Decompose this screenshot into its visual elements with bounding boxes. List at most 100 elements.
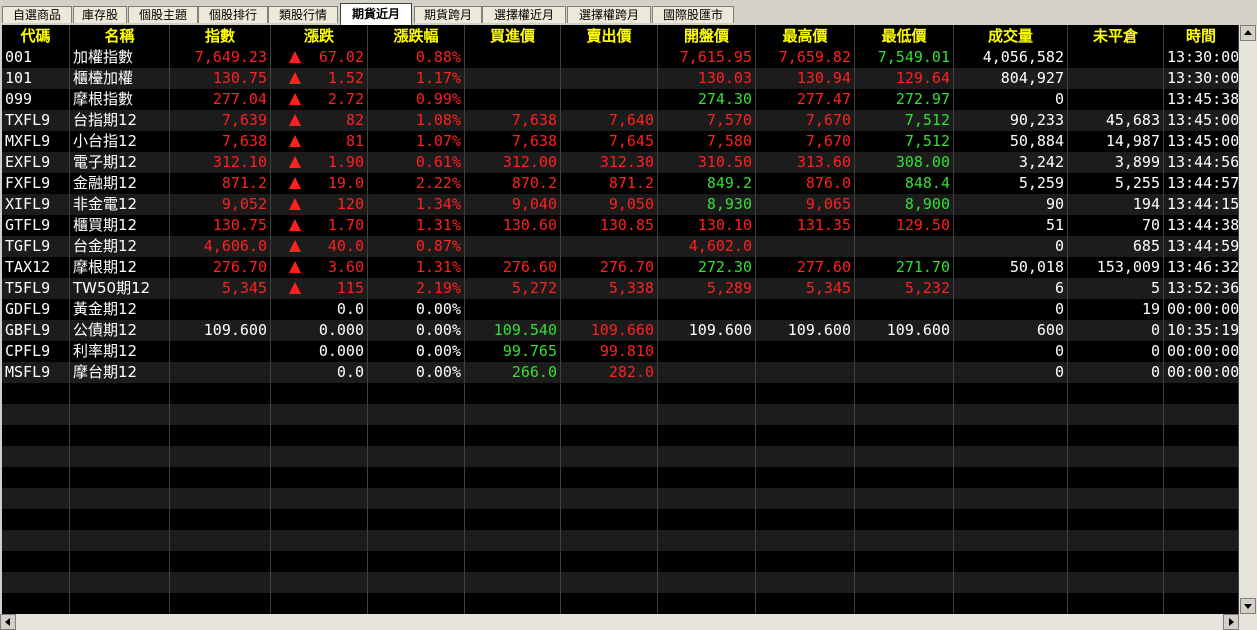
tab-custom[interactable]: 自選商品 [2, 6, 72, 23]
table-row[interactable]: 101 櫃檯加權 130.75 1.52 1.17% 130.03 130.94 129.64… [2, 68, 1239, 89]
cell-value: 2.19% [415, 279, 461, 297]
tab-options-near[interactable]: 選擇權近月 [482, 6, 566, 23]
table-row[interactable]: EXFL9 電子期12 312.10 1.90 0.61% 312.00 312.30 310… [2, 152, 1239, 173]
column-header-pct[interactable]: 漲跌幅 [368, 25, 465, 47]
tab-stock-theme[interactable]: 個股主題 [128, 6, 198, 23]
table-row[interactable]: TAX12 摩根期12 276.70 3.60 1.31% 276.60 276.70 272… [2, 257, 1239, 278]
table-row[interactable] [2, 425, 1239, 446]
cell-open: 8,930 [658, 194, 756, 215]
table-row[interactable]: GTFL9 櫃買期12 130.75 1.70 1.31% 130.60 130.85 130… [2, 215, 1239, 236]
column-header-price[interactable]: 指數 [170, 25, 271, 47]
column-header-low[interactable]: 最低價 [855, 25, 954, 47]
table-row[interactable] [2, 530, 1239, 551]
table-row[interactable]: FXFL9 金融期12 871.2 19.0 2.22% 870.2 871.2 849.2 8… [2, 173, 1239, 194]
table-row[interactable] [2, 488, 1239, 509]
cell-value: 129.64 [895, 69, 950, 87]
cell-value: 7,670 [805, 132, 851, 150]
column-header-change[interactable]: 漲跌 [271, 25, 368, 47]
horizontal-scrollbar[interactable] [0, 614, 1257, 630]
table-row[interactable] [2, 572, 1239, 593]
cell-bid [465, 89, 561, 110]
tab-sector[interactable]: 類股行情 [268, 6, 338, 23]
cell-value: 電子期12 [73, 153, 138, 171]
cell-ask: 7,640 [561, 110, 658, 131]
cell-oi [1068, 572, 1164, 593]
cell-bid [465, 299, 561, 320]
cell-value: 7,640 [608, 111, 654, 129]
column-header-time[interactable]: 時間 [1164, 25, 1239, 47]
scroll-up-button[interactable] [1240, 25, 1256, 41]
column-header-name[interactable]: 名稱 [70, 25, 170, 47]
table-row[interactable] [2, 593, 1239, 614]
cell-time: 13:44:57 [1164, 173, 1239, 194]
cell-value: 0.0 [336, 300, 364, 318]
cell-volume [954, 488, 1068, 509]
cell-high [756, 530, 855, 551]
table-row[interactable]: TXFL9 台指期12 7,639 82 1.08% 7,638 7,640 7,570 7,6… [2, 110, 1239, 131]
cell-value: 7,580 [706, 132, 752, 150]
cell-high [756, 236, 855, 257]
cell-low: 109.600 [855, 320, 954, 341]
tab-futures-cross[interactable]: 期貨跨月 [414, 6, 482, 23]
cell-high: 7,670 [756, 131, 855, 152]
cell-price: 276.70 [170, 257, 271, 278]
tab-stock-rank[interactable]: 個股排行 [198, 6, 268, 23]
table-row[interactable]: GBFL9 公債期12 109.600 0.000 0.00% 109.540 109.66… [2, 320, 1239, 341]
vertical-scrollbar[interactable] [1239, 25, 1257, 614]
cell-pct: 0.88% [368, 47, 465, 68]
cell-ask [561, 236, 658, 257]
tab-options-cross[interactable]: 選擇權跨月 [567, 6, 651, 23]
cell-volume: 50,884 [954, 131, 1068, 152]
cell-high: 277.47 [756, 89, 855, 110]
cell-value: 1.52 [327, 69, 364, 87]
cell-value: 7,549.01 [877, 48, 950, 66]
table-row[interactable] [2, 446, 1239, 467]
scroll-left-button[interactable] [0, 614, 16, 630]
up-arrow-icon [289, 114, 301, 126]
cell-name [70, 530, 170, 551]
cell-change [271, 467, 368, 488]
table-row[interactable]: MXFL9 小台指12 7,638 81 1.07% 7,638 7,645 7,580 7,6… [2, 131, 1239, 152]
cell-name [70, 425, 170, 446]
table-row[interactable]: XIFL9 非金電12 9,052 120 1.34% 9,040 9,050 8,930 9,… [2, 194, 1239, 215]
cell-value: 3.60 [327, 258, 364, 276]
table-row[interactable] [2, 467, 1239, 488]
cell-oi: 5 [1068, 278, 1164, 299]
table-row[interactable]: MSFL9 摩台期12 0.0 0.00% 266.0 282.0 0 0 00:00:00 [2, 362, 1239, 383]
column-header-oi[interactable]: 未平倉 [1068, 25, 1164, 47]
table-row[interactable] [2, 383, 1239, 404]
table-row[interactable]: GDFL9 黃金期12 0.0 0.00% 0 19 00:00:00 [2, 299, 1239, 320]
scroll-right-button[interactable] [1223, 614, 1239, 630]
cell-value: 109.540 [493, 321, 557, 339]
table-row[interactable]: TGFL9 台金期12 4,606.0 40.0 0.87% 4,602.0 0 685 13:… [2, 236, 1239, 257]
column-header-ask[interactable]: 賣出價 [561, 25, 658, 47]
cell-value: MSFL9 [5, 363, 51, 381]
cell-ask: 276.70 [561, 257, 658, 278]
tab-futures-near[interactable]: 期貨近月 [340, 3, 412, 25]
cell-code [2, 530, 70, 551]
table-row[interactable]: 001 加權指數 7,649.23 67.02 0.88% 7,615.95 7,659.8… [2, 47, 1239, 68]
cell-bid [465, 593, 561, 614]
table-row[interactable] [2, 509, 1239, 530]
column-header-volume[interactable]: 成交量 [954, 25, 1068, 47]
cell-open [658, 509, 756, 530]
table-row[interactable] [2, 404, 1239, 425]
cell-price [170, 467, 271, 488]
tab-global[interactable]: 國際股匯市 [652, 6, 734, 23]
table-row[interactable]: 099 摩根指數 277.04 2.72 0.99% 274.30 277.47 272.97… [2, 89, 1239, 110]
scroll-down-button[interactable] [1240, 598, 1256, 614]
cell-open: 7,570 [658, 110, 756, 131]
cell-low: 7,512 [855, 110, 954, 131]
cell-code: 001 [2, 47, 70, 68]
table-row[interactable]: CPFL9 利率期12 0.000 0.00% 99.765 99.810 0 0 00:00:… [2, 341, 1239, 362]
column-header-bid[interactable]: 買進價 [465, 25, 561, 47]
column-header-code[interactable]: 代碼 [2, 25, 70, 47]
column-header-high[interactable]: 最高價 [756, 25, 855, 47]
cell-value: GBFL9 [5, 321, 51, 339]
table-row[interactable]: T5FL9 TW50期12 5,345 115 2.19% 5,272 5,338 5,289… [2, 278, 1239, 299]
table-row[interactable] [2, 551, 1239, 572]
cell-pct: 1.08% [368, 110, 465, 131]
cell-time: 13:45:00 [1164, 110, 1239, 131]
tab-holdings[interactable]: 庫存股 [73, 6, 127, 23]
column-header-open[interactable]: 開盤價 [658, 25, 756, 47]
